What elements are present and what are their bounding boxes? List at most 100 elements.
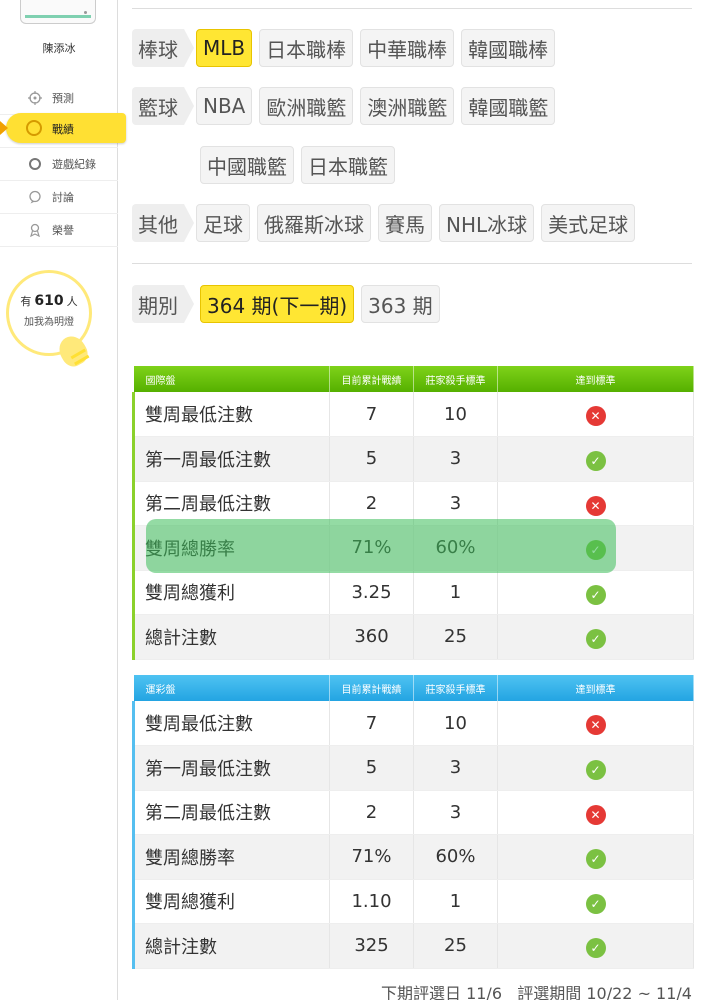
sidebar-item-label: 榮譽: [52, 224, 74, 237]
target-icon: [28, 91, 42, 105]
period-option-next[interactable]: 364 期(下一期): [200, 285, 355, 323]
period-option-prev[interactable]: 363 期: [361, 285, 440, 323]
category-label: 棒球: [132, 29, 194, 67]
current-value: 3.25: [329, 570, 414, 615]
cross-icon: ✕: [585, 406, 606, 426]
standard-value: 10: [413, 392, 498, 437]
league-chip[interactable]: NHL冰球: [439, 204, 535, 242]
league-chip[interactable]: 歐洲職籃: [259, 87, 354, 125]
circle-icon: [28, 157, 42, 171]
league-chip-mlb[interactable]: MLB: [196, 29, 253, 67]
period-label: 期別: [132, 285, 194, 323]
intl-stats-table: 國際盤 目前累計戰績 莊家殺手標準 達到標準 雙周最低注數 7 10 ✕ 第一周最低注數…: [132, 366, 694, 660]
league-chip[interactable]: 賽馬: [378, 204, 432, 242]
fans-subtitle: 加我為明燈: [24, 317, 74, 328]
league-chip[interactable]: 日本職籃: [301, 146, 395, 184]
check-icon: ✓: [585, 760, 606, 780]
standard-value: 3: [413, 745, 498, 791]
metric-name: 雙周總勝率: [132, 834, 330, 880]
table-header: 達到標準: [497, 675, 694, 701]
divider: [132, 8, 692, 9]
table-row: 總計注數 360 25 ✓: [132, 614, 694, 660]
league-chip[interactable]: 美式足球: [541, 204, 636, 242]
league-chip[interactable]: 澳洲職籃: [360, 87, 455, 125]
table-row: 雙周總獲利 1.10 1 ✓: [132, 879, 694, 924]
divider: [132, 263, 692, 264]
metric-name: 總計注數: [132, 614, 330, 660]
metric-name: 第二周最低注數: [132, 790, 330, 835]
category-row-other: 其他 足球 俄羅斯冰球 賽馬 NHL冰球 美式足球: [132, 204, 636, 242]
table-body: 雙周最低注數710 ✕ 第一周最低注數53 ✓ 第二周最低注數23 ✕ 雙周總勝率71%60…: [132, 701, 694, 969]
league-chip[interactable]: 日本職棒: [259, 29, 354, 67]
chat-icon: [28, 190, 42, 204]
current-value: 360: [329, 614, 414, 660]
current-value: 7: [329, 701, 414, 746]
sidebar-item-label: 討論: [52, 191, 74, 204]
status-cell: ✓: [497, 879, 694, 924]
sidebar-item-predict[interactable]: 預測: [0, 82, 118, 115]
lottery-stats-table: 運彩盤 目前累計戰績 莊家殺手標準 達到標準 雙周最低注數 7 10 ✕ 第一周最低注數…: [132, 675, 694, 969]
fans-prefix: 有: [20, 295, 32, 308]
fans-number: 610: [34, 293, 64, 309]
check-icon: ✓: [585, 938, 606, 958]
league-chip[interactable]: 足球: [196, 204, 250, 242]
table-header-row: 國際盤 目前累計戰績 莊家殺手標準 達到標準: [133, 366, 694, 392]
status-cell: ✓: [497, 570, 694, 615]
status-cell: ✕: [497, 392, 694, 437]
status-cell: ✕: [497, 790, 694, 835]
league-chip[interactable]: 中國職籃: [200, 146, 294, 184]
current-value: 7: [329, 392, 414, 437]
fans-suffix: 人: [66, 295, 78, 308]
evaluation-footer: 下期評選日 11/6 評選期間 10/22 ~ 11/4: [381, 980, 692, 1000]
table-header: 莊家殺手標準: [413, 675, 498, 701]
league-chip[interactable]: 中華職棒: [360, 29, 455, 67]
status-cell: ✓: [497, 614, 694, 660]
trophy-icon: [26, 120, 42, 136]
cross-icon: ✕: [585, 715, 606, 735]
table-header: 目前累計戰績: [329, 675, 414, 701]
league-chip[interactable]: 韓國職棒: [461, 29, 556, 67]
standard-value: 25: [413, 614, 498, 660]
metric-name: 雙周總獲利: [132, 879, 330, 924]
table-row: 第一周最低注數 5 3 ✓: [132, 436, 694, 482]
avatar[interactable]: [20, 0, 96, 24]
sidebar-item-game-history[interactable]: 遊戲紀錄: [0, 148, 118, 181]
next-evaluation-date: 下期評選日 11/6: [380, 984, 503, 1000]
status-cell: ✕: [497, 701, 694, 746]
sidebar-nav: 預測 遊戲紀錄 討論 榮譽: [0, 82, 118, 247]
league-chip[interactable]: 俄羅斯冰球: [257, 204, 371, 242]
period-options: 364 期(下一期) 363 期: [200, 285, 447, 323]
username: 陳添冰: [42, 42, 76, 55]
table-row: 雙周總勝率71%60% ✓: [132, 834, 694, 880]
standard-value: 1: [413, 879, 498, 924]
metric-name: 雙周最低注數: [132, 392, 330, 437]
evaluation-period: 評選期間 10/22 ~ 11/4: [517, 984, 692, 1000]
status-cell: ✓: [497, 834, 694, 880]
category-row-basketball: 籃球 NBA 歐洲職籃 澳洲職籃 韓國職籃: [132, 87, 562, 125]
league-chip[interactable]: NBA: [196, 87, 253, 125]
standard-value: 3: [413, 436, 498, 482]
table-row: 第一周最低注數 5 3 ✓: [132, 745, 694, 791]
current-value: 71%: [329, 834, 414, 880]
table-header: 運彩盤: [133, 675, 330, 701]
table-row: 雙周最低注數 7 10 ✕: [132, 392, 694, 437]
sidebar-item-discussion[interactable]: 討論: [0, 181, 118, 214]
current-value: 1.10: [329, 879, 414, 924]
table-row: 第二周最低注數 2 3 ✕: [132, 790, 694, 835]
metric-name: 第一周最低注數: [132, 745, 330, 791]
table-header-row: 運彩盤 目前累計戰績 莊家殺手標準 達到標準: [133, 675, 694, 701]
league-chip[interactable]: 韓國職籃: [461, 87, 556, 125]
cross-icon: ✕: [585, 495, 606, 516]
sidebar-item-honor[interactable]: 榮譽: [0, 214, 118, 247]
table-row: 總計注數 325 25 ✓: [132, 923, 694, 969]
table-header: 達到標準: [497, 366, 694, 392]
standard-value: 60%: [413, 834, 498, 880]
sidebar-item-label: 預測: [52, 92, 74, 105]
sidebar-item-record[interactable]: 戰績: [0, 113, 126, 143]
category-label: 籃球: [132, 87, 194, 125]
sidebar-item-label: 戰績: [52, 123, 74, 136]
table-header: 目前累計戰績: [329, 366, 414, 392]
table-header: 莊家殺手標準: [413, 366, 498, 392]
standard-value: 25: [413, 923, 498, 969]
status-cell: ✓: [497, 745, 694, 791]
